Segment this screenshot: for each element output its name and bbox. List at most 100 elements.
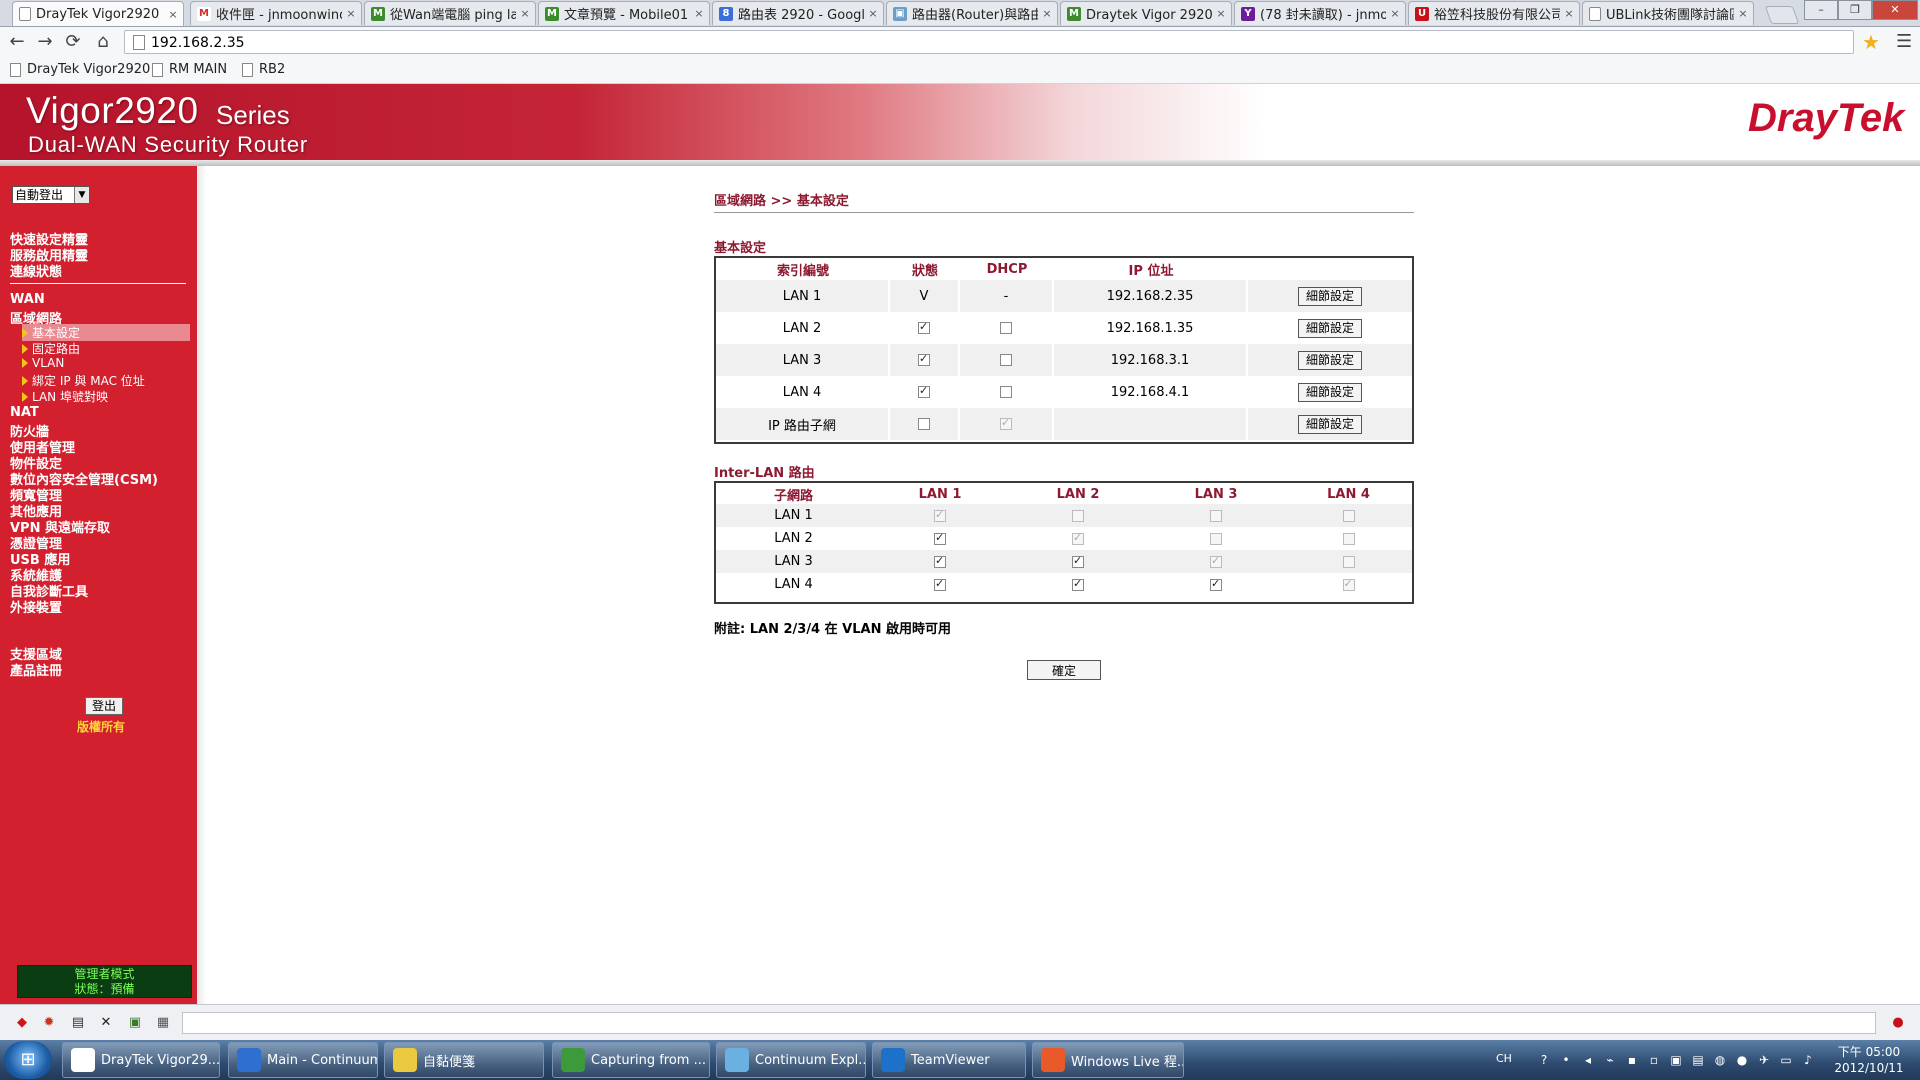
tab-8[interactable]: U 裕笠科技股份有限公司 × [1408, 1, 1580, 25]
bookmark-item[interactable]: DrayTek Vigor2920 [10, 62, 150, 77]
extension-icon[interactable]: ▣ [127, 1015, 143, 1031]
tab-1[interactable]: M 收件匣 - jnmoonwind × [190, 1, 362, 25]
checkbox[interactable] [1000, 354, 1012, 366]
speaker-icon[interactable]: ◂ [1580, 1052, 1596, 1068]
tray-icon[interactable]: ◍ [1712, 1052, 1728, 1068]
bookmark-star-icon[interactable]: ★ [1862, 30, 1880, 54]
taskbar-item[interactable]: Windows Live 程... [1032, 1042, 1184, 1078]
close-icon[interactable]: × [1737, 7, 1749, 20]
copyright-link[interactable]: 版權所有 [77, 718, 125, 735]
tab-7[interactable]: Y (78 封未讀取) - jnmoor× [1234, 1, 1406, 25]
tab-9[interactable]: UBLink技術團隊討論區 × [1582, 1, 1754, 25]
maximize-button[interactable]: ❐ [1838, 0, 1872, 20]
auto-logout-select[interactable]: 自動登出 ▼ [12, 186, 90, 204]
tab-6[interactable]: M Draytek Vigor 2920n之× [1060, 1, 1232, 25]
checkbox[interactable] [918, 418, 930, 430]
checkbox[interactable] [1000, 322, 1012, 334]
sidebar-item[interactable]: WAN [10, 292, 45, 307]
network-icon[interactable]: ⌁ [1602, 1052, 1618, 1068]
sidebar-item[interactable]: 外接裝置 [10, 597, 62, 616]
tray-icon[interactable]: ▣ [1668, 1052, 1684, 1068]
tab-2[interactable]: M 從Wan端電腦 ping lan × [364, 1, 536, 25]
address-bar[interactable] [124, 30, 1854, 54]
tab-3[interactable]: M 文章預覽 - Mobile01 × [538, 1, 710, 25]
tray-icon[interactable]: ✈ [1756, 1052, 1772, 1068]
home-icon[interactable]: ⌂ [92, 31, 114, 53]
close-icon[interactable]: × [345, 7, 357, 20]
taskbar-item[interactable]: Main - Continuum [228, 1042, 378, 1078]
tray-icon[interactable]: ● [1734, 1052, 1750, 1068]
checkbox[interactable] [918, 384, 930, 398]
close-icon[interactable]: × [693, 7, 705, 20]
sidebar-item[interactable]: 連線狀態 [10, 261, 62, 280]
alert-icon[interactable]: ● [1890, 1015, 1906, 1031]
ok-button[interactable]: 確定 [1027, 660, 1101, 680]
sidebar-subitem[interactable]: 固定路由 [22, 340, 80, 357]
route-cell [1285, 527, 1412, 550]
tray-icon[interactable]: ▫ [1646, 1052, 1662, 1068]
sidebar-subitem[interactable]: VLAN [22, 356, 64, 370]
tab-4[interactable]: 8 路由表 2920 - Google × [712, 1, 884, 25]
checkbox[interactable] [1072, 577, 1084, 591]
checkbox[interactable] [1072, 554, 1084, 568]
url-input[interactable] [149, 33, 1813, 53]
reload-icon[interactable]: ⟳ [62, 31, 84, 53]
volume-icon[interactable]: ♪ [1800, 1052, 1816, 1068]
checkbox[interactable] [918, 352, 930, 366]
close-icon[interactable]: × [867, 7, 879, 20]
close-icon[interactable]: × [167, 8, 179, 21]
tray-icon[interactable]: • [1558, 1052, 1574, 1068]
checkbox[interactable] [934, 577, 946, 591]
close-icon[interactable]: × [1215, 7, 1227, 20]
bookmark-item[interactable]: RB2 [242, 62, 285, 77]
checkbox[interactable] [934, 554, 946, 568]
close-icon[interactable]: × [519, 7, 531, 20]
sidebar-subitem[interactable]: 綁定 IP 與 MAC 位址 [22, 372, 145, 389]
tray-icon[interactable]: ▭ [1778, 1052, 1794, 1068]
extension-input[interactable] [182, 1012, 1876, 1034]
details-button[interactable]: 細節設定 [1298, 350, 1362, 370]
tray-icon[interactable]: ▪ [1624, 1052, 1640, 1068]
checkbox[interactable] [1210, 577, 1222, 591]
back-icon[interactable]: ← [6, 31, 28, 53]
help-icon[interactable]: ? [1536, 1052, 1552, 1068]
start-button[interactable]: ⊞ [4, 1041, 52, 1079]
checkbox[interactable] [934, 531, 946, 545]
taskbar-item[interactable]: DrayTek Vigor29... [62, 1042, 220, 1078]
forward-icon[interactable]: → [34, 31, 56, 53]
page-icon [19, 7, 31, 21]
details-button[interactable]: 細節設定 [1298, 286, 1362, 306]
details-button[interactable]: 細節設定 [1298, 318, 1362, 338]
sidebar-subitem[interactable]: LAN 埠號對映 [22, 388, 108, 405]
checkbox[interactable] [918, 320, 930, 334]
taskbar-item[interactable]: TeamViewer [872, 1042, 1026, 1078]
close-icon[interactable]: × [1389, 7, 1401, 20]
checkbox[interactable] [1000, 386, 1012, 398]
minimize-button[interactable]: – [1804, 0, 1838, 20]
sidebar-item[interactable]: NAT [10, 405, 39, 420]
clock[interactable]: 下午 05:00 2012/10/11 [1824, 1044, 1914, 1076]
close-icon[interactable]: × [1041, 7, 1053, 20]
tray-icon[interactable]: ▤ [1690, 1052, 1706, 1068]
taskbar-item[interactable]: 自黏便箋 [384, 1042, 544, 1078]
tab-0[interactable]: DrayTek Vigor2920 × [12, 1, 184, 26]
taskbar-item[interactable]: Capturing from ... [552, 1042, 710, 1078]
tab-5[interactable]: ▣ 路由器(Router)與路由 × [886, 1, 1058, 25]
extension-icon[interactable]: ✹ [41, 1015, 57, 1031]
extension-icon[interactable]: ▦ [155, 1015, 171, 1031]
extension-icon[interactable]: ▤ [70, 1015, 86, 1031]
new-tab-button[interactable] [1764, 6, 1800, 24]
sidebar-subitem[interactable]: 基本設定 [22, 324, 190, 341]
sidebar-item[interactable]: 產品註冊 [10, 660, 62, 679]
close-window-button[interactable]: ✕ [1872, 0, 1918, 20]
menu-icon[interactable]: ☰ [1896, 31, 1912, 52]
details-button[interactable]: 細節設定 [1298, 414, 1362, 434]
bookmark-item[interactable]: RM MAIN [152, 62, 227, 77]
language-indicator[interactable]: CH [1496, 1052, 1512, 1065]
taskbar-item[interactable]: Continuum Expl... [716, 1042, 866, 1078]
extension-icon[interactable]: ✕ [98, 1015, 114, 1031]
logout-button[interactable]: 登出 [85, 697, 123, 715]
close-icon[interactable]: × [1563, 7, 1575, 20]
details-button[interactable]: 細節設定 [1298, 382, 1362, 402]
extension-icon[interactable]: ◆ [14, 1015, 30, 1031]
